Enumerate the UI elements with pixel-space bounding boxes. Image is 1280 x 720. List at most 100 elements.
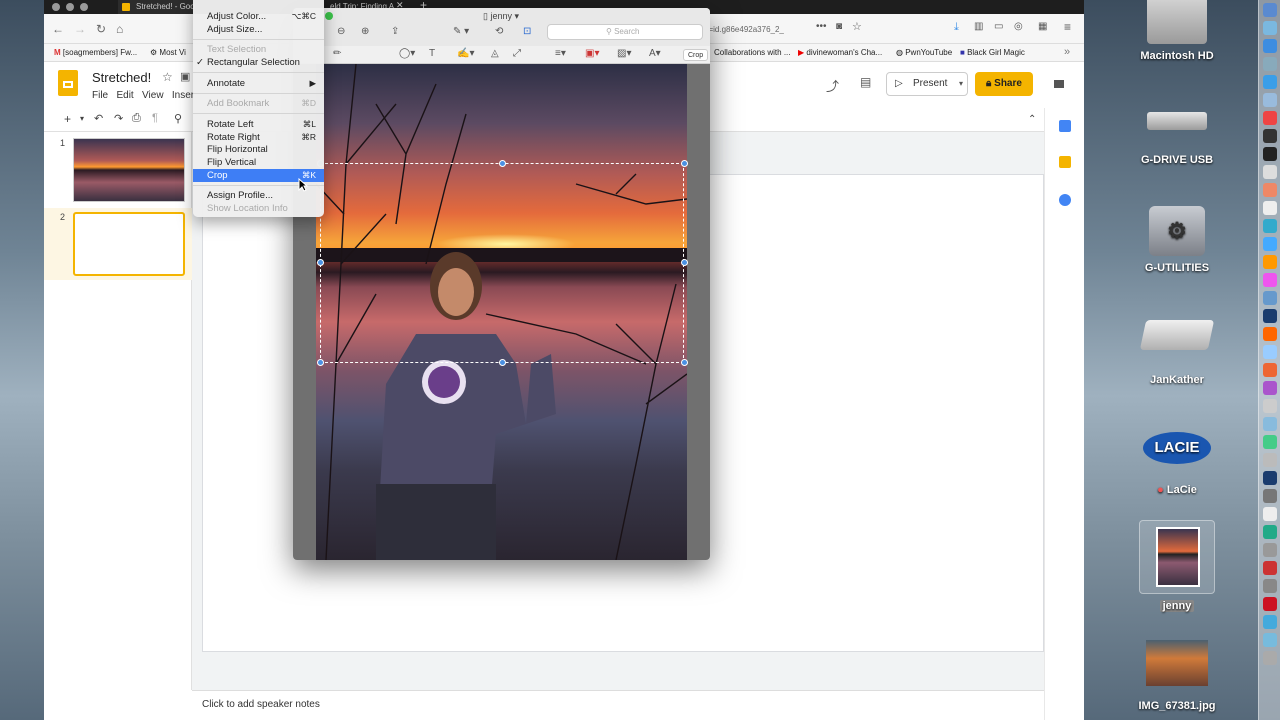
rectangular-selection[interactable] bbox=[320, 163, 684, 363]
markup-toolbar-icon[interactable]: ⊡ bbox=[523, 26, 531, 37]
share-icon[interactable]: ⇪ bbox=[391, 26, 399, 37]
app-icon[interactable] bbox=[1262, 219, 1277, 233]
app-icon[interactable] bbox=[1262, 597, 1277, 611]
search-field[interactable]: ⚲ Search bbox=[547, 24, 703, 40]
sign-icon[interactable]: ✍▾ bbox=[457, 48, 474, 59]
print-icon[interactable]: ⎙ bbox=[132, 112, 141, 125]
move-folder-icon[interactable]: ▣ bbox=[180, 70, 190, 83]
bookmark-item[interactable]: ◍ PwnYouTube bbox=[896, 48, 952, 57]
back-icon[interactable]: ← bbox=[52, 22, 64, 36]
desktop-icon-g-drive[interactable]: G-DRIVE USB bbox=[1127, 112, 1227, 166]
folder-icon[interactable] bbox=[1262, 615, 1277, 629]
app-icon[interactable] bbox=[1262, 129, 1277, 143]
desktop-icon-macintosh-hd[interactable]: Macintosh HD bbox=[1127, 0, 1227, 62]
chrome-icon[interactable] bbox=[1262, 111, 1277, 125]
firefox-icon[interactable] bbox=[1262, 363, 1277, 377]
chevron-up-icon[interactable]: ⌃ bbox=[1028, 114, 1036, 125]
trash-icon[interactable] bbox=[1262, 651, 1277, 665]
desktop-icon-g-utilities[interactable]: ⚙ G-UTILITIES bbox=[1127, 206, 1227, 274]
app-icon[interactable] bbox=[1262, 507, 1277, 521]
menu-item-adjust-color[interactable]: Adjust Color... ⌥⌘C bbox=[193, 10, 324, 23]
menu-item-rotate-left[interactable]: Rotate Left ⌘L bbox=[193, 118, 324, 131]
tasks-icon[interactable] bbox=[1059, 194, 1071, 206]
desktop-icon-jenny[interactable]: jenny bbox=[1127, 520, 1227, 612]
app-icon[interactable] bbox=[1262, 39, 1277, 53]
menu-item-annotate[interactable]: Annotate ▶ bbox=[193, 77, 324, 90]
menu-item-flip-horizontal[interactable]: Flip Horizontal bbox=[193, 143, 324, 156]
menu-file[interactable]: File bbox=[92, 90, 108, 101]
library-icon[interactable]: ▥ bbox=[974, 21, 983, 32]
markup-pen-icon[interactable]: ✎ ▾ bbox=[453, 26, 469, 37]
bookmark-item[interactable]: ▶ divinewoman's Cha... bbox=[798, 48, 882, 57]
menu-item-flip-vertical[interactable]: Flip Vertical bbox=[193, 156, 324, 169]
app-icon[interactable] bbox=[1262, 381, 1277, 395]
selection-handle[interactable] bbox=[681, 160, 688, 167]
text-icon[interactable]: T bbox=[429, 48, 435, 59]
app-icon[interactable] bbox=[1262, 579, 1277, 593]
speaker-notes[interactable]: Click to add speaker notes bbox=[192, 690, 1044, 720]
forward-icon[interactable]: → bbox=[74, 22, 86, 36]
app-icon[interactable] bbox=[1262, 21, 1277, 35]
reload-icon[interactable]: ↻ bbox=[96, 22, 106, 36]
present-button[interactable]: ▷ Present ▾ bbox=[886, 72, 968, 96]
selection-handle[interactable] bbox=[499, 160, 506, 167]
redo-icon[interactable]: ↷ bbox=[114, 112, 123, 125]
desktop-icon-jankather[interactable]: JanKather bbox=[1127, 320, 1227, 386]
line-style-icon[interactable]: ≡▾ bbox=[555, 48, 566, 59]
text-style-icon[interactable]: A▾ bbox=[649, 48, 661, 59]
illustrator-icon[interactable] bbox=[1262, 327, 1277, 341]
minimize-window-button[interactable] bbox=[66, 3, 74, 11]
selection-handle[interactable] bbox=[317, 359, 324, 366]
keep-icon[interactable] bbox=[1059, 156, 1071, 168]
bookmark-item[interactable]: ■ Black Girl Magic bbox=[960, 48, 1025, 57]
slides-logo-icon[interactable] bbox=[58, 70, 78, 96]
screenshot-icon[interactable]: ◎ bbox=[1014, 21, 1023, 32]
fill-color-icon[interactable]: ▨▾ bbox=[617, 48, 631, 59]
desktop-icon-lacie[interactable]: LACIE ● LaCie bbox=[1127, 432, 1227, 496]
bookmark-star-icon[interactable]: ☆ bbox=[852, 20, 862, 33]
terminal-icon[interactable] bbox=[1262, 147, 1277, 161]
new-slide-icon[interactable]: + bbox=[64, 112, 71, 126]
photoshop-icon[interactable] bbox=[1262, 309, 1277, 323]
bookmark-item[interactable]: M [soagmembers] Fw... bbox=[54, 48, 137, 57]
selection-handle[interactable] bbox=[499, 359, 506, 366]
app-icon[interactable] bbox=[1262, 57, 1277, 71]
chevron-down-icon[interactable]: ▾ bbox=[80, 114, 84, 123]
border-color-icon[interactable]: ▣▾ bbox=[585, 48, 599, 59]
star-icon[interactable]: ☆ bbox=[162, 70, 173, 84]
sidebar-icon[interactable]: ▭ bbox=[994, 21, 1003, 32]
bookmark-item[interactable]: ⚙ Most Vi bbox=[150, 48, 186, 57]
comments-icon[interactable]: ▤ bbox=[860, 75, 871, 89]
app-icon[interactable] bbox=[1262, 291, 1277, 305]
shapes-icon[interactable]: ◯▾ bbox=[399, 48, 415, 59]
app-icon[interactable] bbox=[1262, 489, 1277, 503]
zoom-icon[interactable]: ⚲ bbox=[174, 112, 182, 125]
app-icon[interactable] bbox=[1262, 435, 1277, 449]
activity-trend-icon[interactable]: ⤴ bbox=[826, 76, 839, 95]
document-title[interactable]: Stretched! bbox=[92, 70, 151, 85]
zoom-out-icon[interactable]: ⊖ bbox=[337, 26, 345, 37]
zoom-in-icon[interactable]: ⊕ bbox=[361, 26, 369, 37]
adjust-color-icon[interactable]: ◬ bbox=[491, 48, 499, 59]
photos-icon[interactable] bbox=[1262, 183, 1277, 197]
adjust-size-icon[interactable]: ⤢ bbox=[513, 48, 521, 59]
account-icon[interactable] bbox=[1054, 80, 1064, 88]
share-button[interactable]: 🔒︎ Share bbox=[975, 72, 1033, 96]
home-icon[interactable]: ⌂ bbox=[116, 22, 123, 36]
app-icon[interactable] bbox=[1262, 201, 1277, 215]
rotate-icon[interactable]: ⟲ bbox=[495, 26, 503, 37]
acrobat-icon[interactable] bbox=[1262, 561, 1277, 575]
selection-handle[interactable] bbox=[681, 359, 688, 366]
download-icon[interactable]: ⤓ bbox=[954, 21, 959, 34]
app-icon[interactable] bbox=[1262, 543, 1277, 557]
crop-button[interactable]: Crop bbox=[683, 49, 709, 61]
menu-edit[interactable]: Edit bbox=[116, 90, 133, 101]
menu-item-adjust-size[interactable]: Adjust Size... bbox=[193, 23, 324, 36]
sketch-icon[interactable]: ✏ bbox=[333, 48, 341, 59]
app-icon[interactable] bbox=[1262, 93, 1277, 107]
menu-view[interactable]: View bbox=[142, 90, 164, 101]
chevron-down-icon[interactable]: ▾ bbox=[959, 73, 963, 95]
app-icon[interactable] bbox=[1262, 525, 1277, 539]
extension-icon[interactable]: ▦ bbox=[1038, 21, 1047, 32]
pocket-icon[interactable]: ◙ bbox=[836, 21, 842, 32]
